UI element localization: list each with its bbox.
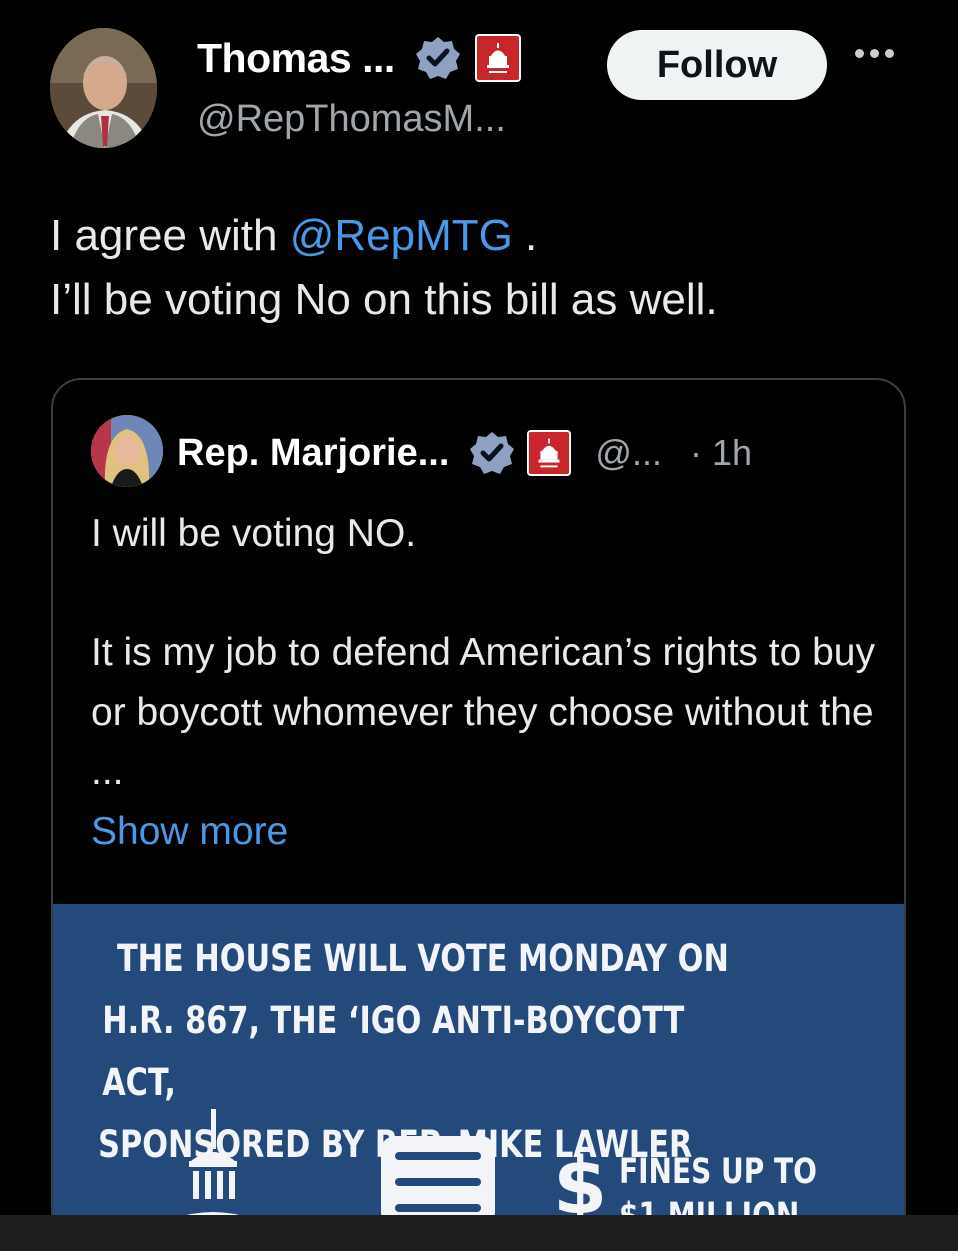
quoted-author-avatar[interactable] — [91, 415, 163, 487]
quoted-tweet-card[interactable]: Rep. Marjorie... @... · 1h I will be vot… — [51, 378, 906, 1251]
quoted-author-handle[interactable]: @... — [595, 432, 662, 474]
mention-link[interactable]: @RepMTG — [290, 211, 513, 260]
verified-check-icon — [470, 432, 515, 474]
document-icon — [381, 1136, 495, 1226]
tweet-line-1: I agree with @RepMTG . — [50, 204, 718, 268]
verified-check-icon — [415, 37, 460, 79]
tweet-text-before: I agree with — [50, 211, 290, 260]
tweet-line-2: I’ll be voting No on this bill as well. — [50, 275, 718, 324]
quoted-line-1: I will be voting NO. — [91, 512, 417, 555]
quoted-author-photo — [91, 415, 163, 487]
tweet-text: I agree with @RepMTG . I’ll be voting No… — [50, 204, 718, 332]
headline-line-1: THE HOUSE WILL VOTE MONDAY ON — [116, 937, 729, 980]
house-gop-badge-icon — [527, 430, 572, 476]
capitol-icon — [173, 1109, 253, 1219]
quoted-timestamp[interactable]: · 1h — [690, 432, 752, 474]
follow-button[interactable]: Follow — [607, 30, 827, 100]
quoted-body: It is my job to defend American’s rights… — [91, 631, 875, 793]
show-more-link[interactable]: Show more — [91, 802, 881, 862]
headline-line-2: H.R. 867, THE ‘IGO ANTI-BOYCOTT ACT, — [102, 999, 685, 1104]
quoted-blank-line — [91, 564, 881, 624]
bottom-bar — [0, 1215, 958, 1251]
author-name-row: Thomas ... — [197, 34, 521, 82]
author-avatar[interactable] — [50, 28, 157, 148]
author-photo — [50, 28, 157, 148]
tweet-page: Thomas ... @RepThomasM... Follow I agree… — [0, 0, 958, 1251]
house-gop-badge-icon — [474, 34, 521, 82]
quoted-tweet-text: I will be voting NO. It is my job to def… — [91, 504, 881, 861]
more-options-icon[interactable] — [855, 45, 905, 75]
author-name[interactable]: Thomas ... — [197, 35, 395, 82]
quoted-media-image[interactable]: THE HOUSE WILL VOTE MONDAY ON H.R. 867, … — [53, 904, 904, 1251]
tweet-text-after: . — [512, 211, 538, 260]
fines-line-1: FINES UP TO — [619, 1152, 817, 1192]
quoted-author-name[interactable]: Rep. Marjorie... — [177, 432, 449, 475]
author-handle[interactable]: @RepThomasM... — [197, 98, 506, 141]
quoted-author-row: Rep. Marjorie... @... · 1h — [177, 430, 752, 476]
